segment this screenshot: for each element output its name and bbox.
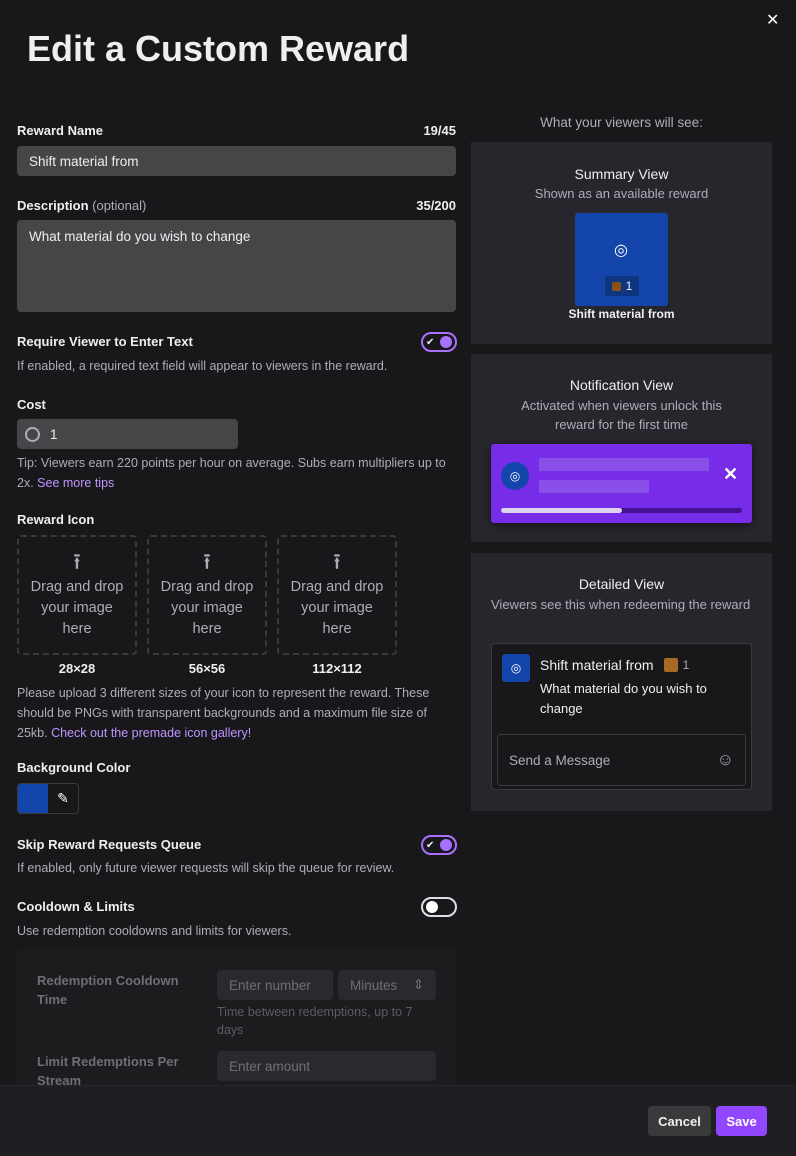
unit-value: Minutes: [350, 977, 398, 993]
reward-icon: ◎: [614, 242, 628, 259]
notification-subtitle: Activated when viewers unlock this rewar…: [521, 398, 722, 432]
toggle-knob: [440, 336, 452, 348]
detailed-prompt: What material do you wish to change: [540, 681, 707, 716]
detailed-reward-name: Shift material from: [540, 657, 654, 673]
reward-icon: ◎: [502, 654, 530, 682]
detailed-subtitle: Viewers see this when redeeming the rewa…: [491, 597, 751, 612]
dropzone-text: Drag and drop your image here: [290, 578, 384, 637]
skip-queue-label: Skip Reward Requests Queue: [17, 837, 202, 852]
close-icon[interactable]: ✕: [723, 464, 738, 485]
summary-reward-name: Shift material from: [568, 307, 675, 321]
dropzone-text: Drag and drop your image here: [160, 578, 254, 637]
eyedropper-icon[interactable]: ✎: [48, 784, 78, 813]
notification-card: ◎ ✕: [491, 444, 752, 523]
upload-icon: ⭱: [333, 548, 341, 574]
preview-heading: What your viewers will see:: [540, 115, 703, 130]
emoji-icon[interactable]: ☺: [717, 750, 734, 770]
icon-help: Please upload 3 different sizes of your …: [17, 683, 457, 743]
icon-dropzone-28[interactable]: ⭱ Drag and drop your image here: [17, 535, 137, 655]
cooldown-settings-panel: Redemption Cooldown Time Enter number Mi…: [17, 950, 456, 1090]
notification-title: Notification View: [569, 377, 674, 393]
require-text-label: Require Viewer to Enter Text: [17, 334, 193, 349]
cooldown-number-input[interactable]: Enter number: [217, 970, 333, 1000]
toggle-knob: [440, 839, 452, 851]
placeholder-line: [539, 458, 709, 471]
cost-label: Cost: [17, 397, 46, 412]
description-count: 35/200: [416, 198, 456, 213]
detailed-card: ◎ Shift material from 1 What material do …: [491, 643, 752, 790]
cost-value: 1: [50, 426, 58, 442]
cost-badge: 1: [605, 276, 639, 296]
reward-name-count: 19/45: [423, 123, 456, 138]
cooldown-help: Use redemption cooldowns and limits for …: [17, 924, 292, 938]
limit-per-stream-input[interactable]: Enter amount: [217, 1051, 436, 1081]
see-more-tips-link[interactable]: See more tips: [37, 476, 114, 490]
cost-input[interactable]: 1: [17, 419, 238, 449]
color-swatch[interactable]: [18, 784, 48, 813]
size-label: 112×112: [312, 661, 362, 676]
placeholder-line: [539, 480, 649, 493]
cooldown-time-label: Redemption Cooldown Time: [37, 973, 179, 1007]
reward-name-input[interactable]: Shift material from: [17, 146, 456, 176]
detailed-view-panel: Detailed View Viewers see this when rede…: [471, 553, 772, 811]
save-button[interactable]: Save: [716, 1106, 767, 1136]
color-picker[interactable]: ✎: [17, 783, 79, 814]
upload-icon: ⭱: [73, 548, 81, 574]
detailed-title: Detailed View: [578, 576, 665, 592]
box-icon: [663, 658, 678, 672]
close-icon[interactable]: ✕: [766, 10, 779, 30]
detailed-header: Shift material from 1: [540, 657, 689, 673]
reward-card[interactable]: ◎ 1: [575, 213, 668, 306]
select-arrows-icon: ⇕: [412, 977, 424, 992]
cooldown-time-help: Time between redemptions, up to 7 days: [217, 1005, 413, 1037]
summary-title: Summary View: [574, 166, 669, 182]
page-title: Edit a Custom Reward: [27, 28, 410, 69]
summary-view-panel: Summary View Shown as an available rewar…: [471, 142, 772, 344]
footer: Cancel Save: [0, 1085, 796, 1156]
detailed-cost: 1: [682, 658, 690, 672]
check-icon: ✔: [426, 839, 435, 851]
summary-subtitle: Shown as an available reward: [534, 186, 709, 201]
message-placeholder: Send a Message: [509, 752, 611, 768]
progress-fill: [501, 508, 622, 513]
reward-icon-label: Reward Icon: [17, 512, 95, 527]
cost-tip: Tip: Viewers earn 220 points per hour on…: [17, 453, 462, 493]
description-textarea[interactable]: What material do you wish to change: [17, 220, 456, 312]
require-text-help: If enabled, a required text field will a…: [17, 359, 388, 373]
optional-tag: (optional): [92, 198, 147, 213]
reward-name-label: Reward Name: [17, 123, 103, 138]
summary-cost: 1: [625, 279, 633, 293]
background-color-label: Background Color: [17, 760, 131, 775]
skip-queue-help: If enabled, only future viewer requests …: [17, 861, 395, 875]
notification-progress-bar: [501, 508, 742, 513]
box-icon: [611, 281, 621, 291]
description-label: Description (optional): [17, 198, 146, 213]
toggle-knob: [426, 901, 438, 913]
notification-view-panel: Notification View Activated when viewers…: [471, 354, 772, 542]
icon-dropzone-112[interactable]: ⭱ Drag and drop your image here: [277, 535, 397, 655]
reward-icon: ◎: [501, 462, 529, 490]
cooldown-label: Cooldown & Limits: [17, 899, 135, 914]
dropzone-text: Drag and drop your image here: [30, 578, 124, 637]
description-label-text: Description: [17, 198, 89, 213]
skip-queue-toggle[interactable]: ✔: [421, 835, 457, 855]
icon-dropzone-56[interactable]: ⭱ Drag and drop your image here: [147, 535, 267, 655]
cooldown-unit-select[interactable]: Minutes ⇕: [338, 970, 436, 1000]
size-label: 28×28: [58, 661, 96, 676]
cancel-button[interactable]: Cancel: [648, 1106, 711, 1136]
require-text-toggle[interactable]: ✔: [421, 332, 457, 352]
upload-icon: ⭱: [203, 548, 211, 574]
channel-points-icon: [25, 426, 40, 442]
message-input[interactable]: Send a Message ☺: [497, 734, 746, 786]
icon-gallery-link[interactable]: Check out the premade icon gallery!: [51, 726, 251, 740]
check-icon: ✔: [426, 336, 435, 348]
cooldown-toggle[interactable]: [421, 897, 457, 917]
size-label: 56×56: [188, 661, 226, 676]
